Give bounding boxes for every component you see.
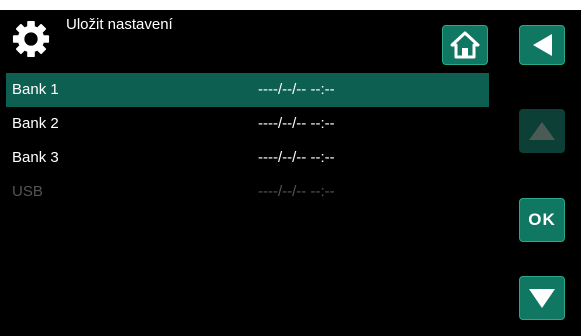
list-item-name: Bank 3 [12, 149, 59, 166]
back-button[interactable] [519, 25, 565, 65]
up-arrow-icon [529, 122, 555, 140]
list-item-name: Bank 2 [12, 115, 59, 132]
list-item-bank-3[interactable]: Bank 3 ----/--/-- --:-- [6, 141, 489, 175]
scroll-down-button[interactable] [519, 276, 565, 320]
list-item-name: Bank 1 [12, 81, 59, 98]
home-icon [450, 31, 480, 59]
scroll-up-button[interactable] [519, 109, 565, 153]
list-item-date: ----/--/-- --:-- [258, 183, 335, 200]
home-button[interactable] [442, 25, 488, 65]
page-title: Uložit nastavení [66, 16, 173, 33]
list-item-name: USB [12, 183, 43, 200]
gear-icon [12, 20, 50, 58]
list-item-date: ----/--/-- --:-- [258, 115, 335, 132]
backup-slot-list: Bank 1 ----/--/-- --:-- Bank 2 ----/--/-… [6, 73, 489, 209]
ok-button-label: OK [528, 210, 556, 229]
back-arrow-icon [533, 34, 552, 56]
list-item-usb: USB ----/--/-- --:-- [6, 175, 489, 209]
list-item-date: ----/--/-- --:-- [258, 149, 335, 166]
list-item-bank-1[interactable]: Bank 1 ----/--/-- --:-- [6, 73, 489, 107]
settings-screen: Uložit nastavení Bank 1 ----/--/-- --:--… [0, 10, 581, 336]
down-arrow-icon [529, 289, 555, 308]
ok-button[interactable]: OK [519, 198, 565, 242]
list-item-bank-2[interactable]: Bank 2 ----/--/-- --:-- [6, 107, 489, 141]
list-item-date: ----/--/-- --:-- [258, 81, 335, 98]
